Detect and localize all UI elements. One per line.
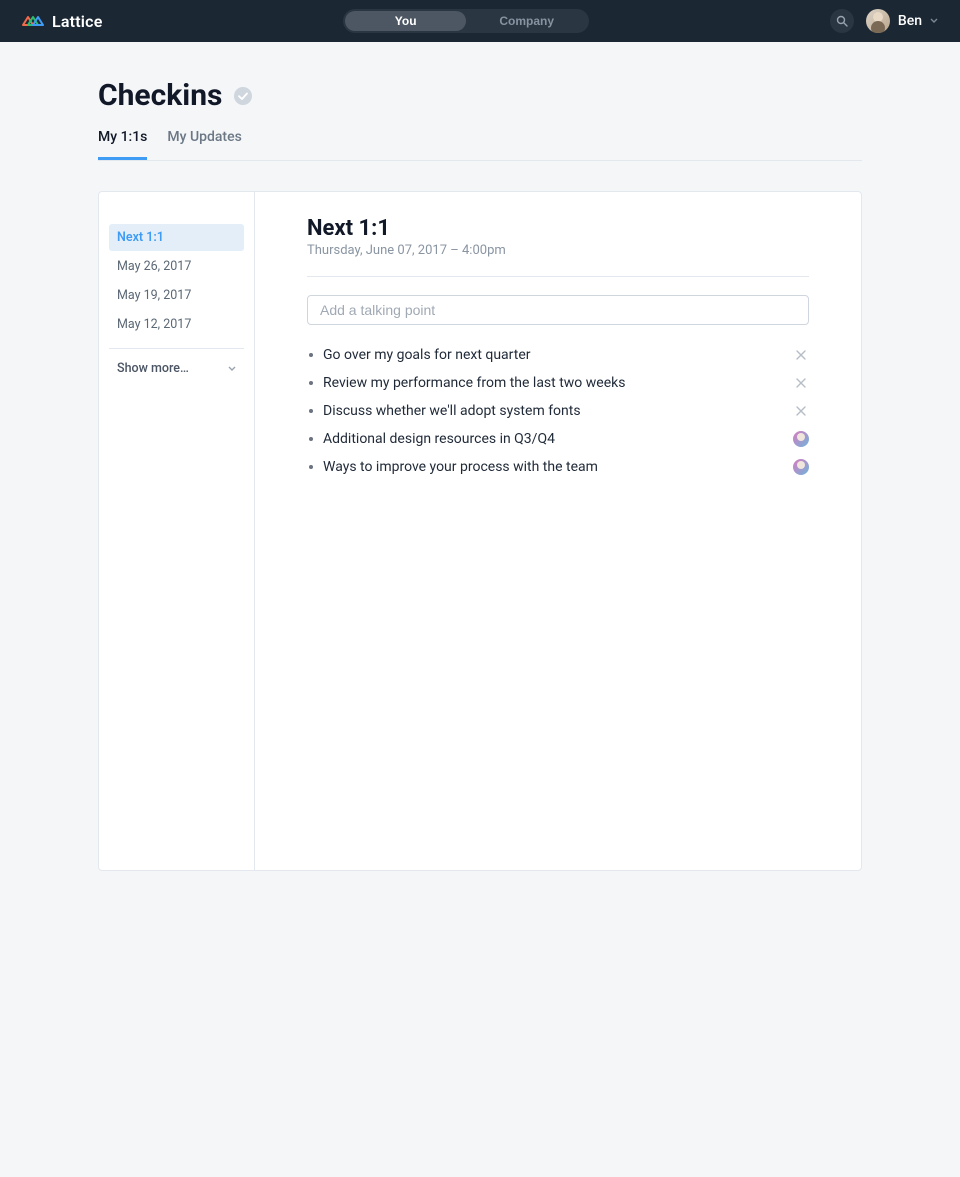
divider — [307, 276, 809, 277]
checkins-card: Next 1:1 May 26, 2017 May 19, 2017 May 1… — [98, 191, 862, 871]
toggle-company[interactable]: Company — [466, 11, 587, 31]
lattice-logomark-icon — [22, 13, 44, 29]
close-icon — [796, 350, 806, 360]
talking-point-text: Ways to improve your process with the te… — [323, 459, 783, 475]
close-icon — [796, 406, 806, 416]
page-container: Checkins My 1:1s My Updates Next 1:1 May… — [98, 42, 862, 871]
tab-my-updates[interactable]: My Updates — [167, 129, 241, 160]
bullet-icon — [309, 353, 313, 357]
brand-logo[interactable]: Lattice — [22, 12, 103, 31]
talking-point-row: Go over my goals for next quarter — [307, 341, 809, 369]
meeting-list-sidebar: Next 1:1 May 26, 2017 May 19, 2017 May 1… — [99, 192, 255, 870]
bullet-icon — [309, 465, 313, 469]
tab-my-1on1s[interactable]: My 1:1s — [98, 129, 147, 160]
avatar-icon — [793, 459, 809, 475]
remove-point-button[interactable] — [793, 375, 809, 391]
avatar-icon — [793, 431, 809, 447]
user-avatar — [866, 9, 890, 33]
bullet-icon — [309, 409, 313, 413]
point-author-avatar[interactable] — [793, 459, 809, 475]
talking-point-row: Discuss whether we'll adopt system fonts — [307, 397, 809, 425]
topbar-right: Ben — [830, 9, 938, 33]
talking-point-text: Go over my goals for next quarter — [323, 347, 783, 363]
close-icon — [796, 378, 806, 388]
remove-point-button[interactable] — [793, 403, 809, 419]
user-menu[interactable]: Ben — [866, 9, 938, 33]
bullet-icon — [309, 437, 313, 441]
talking-point-text: Discuss whether we'll adopt system fonts — [323, 403, 783, 419]
sidebar-item-next[interactable]: Next 1:1 — [109, 224, 244, 251]
talking-point-text: Review my performance from the last two … — [323, 375, 783, 391]
sidebar-item-date[interactable]: May 12, 2017 — [109, 311, 244, 338]
meeting-detail: Next 1:1 Thursday, June 07, 2017 – 4:00p… — [255, 192, 861, 870]
page-tabs: My 1:1s My Updates — [98, 129, 862, 161]
search-button[interactable] — [830, 9, 854, 33]
talking-points-list: Go over my goals for next quarter Review… — [307, 341, 809, 481]
add-talking-point-input[interactable] — [307, 295, 809, 325]
user-name-label: Ben — [898, 13, 922, 29]
top-navbar: Lattice You Company Ben — [0, 0, 960, 42]
sidebar-item-date[interactable]: May 26, 2017 — [109, 253, 244, 280]
bullet-icon — [309, 381, 313, 385]
verified-check-icon — [234, 87, 252, 105]
show-more-button[interactable]: Show more… — [109, 357, 244, 380]
toggle-you[interactable]: You — [345, 11, 466, 31]
meeting-title: Next 1:1 — [307, 216, 809, 241]
sidebar-item-date[interactable]: May 19, 2017 — [109, 282, 244, 309]
brand-name: Lattice — [52, 12, 103, 31]
show-more-label: Show more… — [117, 361, 189, 376]
search-icon — [836, 15, 848, 27]
page-header: Checkins — [98, 78, 862, 113]
meeting-datetime: Thursday, June 07, 2017 – 4:00pm — [307, 243, 809, 258]
remove-point-button[interactable] — [793, 347, 809, 363]
talking-point-row: Ways to improve your process with the te… — [307, 453, 809, 481]
view-toggle: You Company — [343, 9, 589, 33]
talking-point-text: Additional design resources in Q3/Q4 — [323, 431, 783, 447]
caret-down-icon — [930, 18, 938, 24]
sidebar-divider — [109, 348, 244, 349]
point-author-avatar[interactable] — [793, 431, 809, 447]
talking-point-row: Review my performance from the last two … — [307, 369, 809, 397]
page-title: Checkins — [98, 78, 222, 113]
caret-down-icon — [228, 366, 236, 372]
talking-point-row: Additional design resources in Q3/Q4 — [307, 425, 809, 453]
